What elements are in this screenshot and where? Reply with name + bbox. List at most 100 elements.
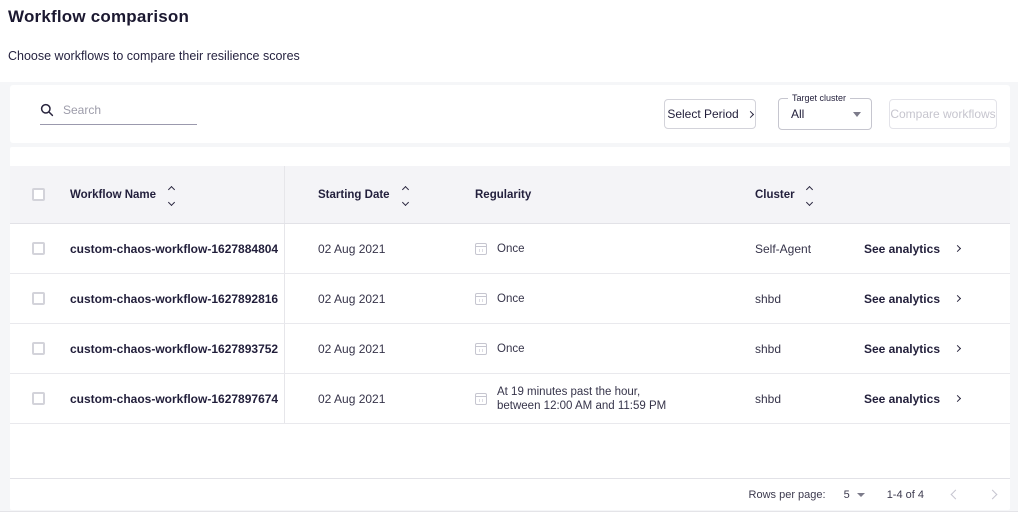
workflow-name: custom-chaos-workflow-1627893752 (70, 342, 278, 356)
search-icon (40, 103, 54, 117)
previous-page-button[interactable] (951, 490, 961, 500)
table-row: custom-chaos-workflow-1627893752 02 Aug … (10, 324, 1010, 374)
see-analytics-link[interactable]: See analytics (864, 392, 940, 406)
action-cell: See analytics (840, 324, 1010, 373)
rows-per-page-label: Rows per page: (749, 489, 826, 501)
header-workflow-name-label: Workflow Name (70, 189, 156, 201)
sort-control-workflow-name[interactable] (169, 185, 174, 205)
table-row: custom-chaos-workflow-1627897674 02 Aug … (10, 374, 1010, 424)
pagination-bar: Rows per page: 5 1-4 of 4 (10, 478, 1010, 510)
chevron-right-icon[interactable] (954, 245, 961, 252)
cluster-cell: shbd (720, 274, 840, 323)
workflow-name-cell: custom-chaos-workflow-1627893752 (60, 324, 285, 373)
dropdown-caret-icon (853, 112, 861, 117)
workflow-name-cell: custom-chaos-workflow-1627897674 (60, 374, 285, 423)
sort-control-cluster[interactable] (807, 185, 812, 205)
rows-per-page-select[interactable]: 5 (844, 489, 865, 501)
sort-down-icon[interactable] (806, 198, 813, 205)
starting-date: 02 Aug 2021 (318, 242, 385, 256)
sort-down-icon[interactable] (168, 198, 175, 205)
workflow-table: Workflow Name Starting Date Regularity C… (10, 147, 1010, 510)
workflow-name: custom-chaos-workflow-1627897674 (70, 392, 278, 406)
regularity-text: Once (497, 292, 525, 306)
chevron-right-icon[interactable] (954, 395, 961, 402)
regularity-cell: Once (440, 224, 720, 273)
row-checkbox[interactable] (32, 392, 45, 405)
header-cluster-label: Cluster (755, 189, 795, 201)
search-field[interactable] (40, 103, 197, 125)
starting-date-cell: 02 Aug 2021 (285, 324, 440, 373)
header-checkbox-cell (10, 166, 60, 223)
header-action-cell (840, 166, 1010, 223)
cluster-name: shbd (755, 392, 781, 406)
search-input[interactable] (63, 103, 188, 117)
regularity-cell: Once (440, 274, 720, 323)
see-analytics-link[interactable]: See analytics (864, 242, 940, 256)
sort-up-icon[interactable] (806, 185, 813, 192)
see-analytics-link[interactable]: See analytics (864, 292, 940, 306)
action-cell: See analytics (840, 374, 1010, 423)
cluster-cell: Self-Agent (720, 224, 840, 273)
dropdown-caret-icon (857, 493, 865, 497)
table-row: custom-chaos-workflow-1627892816 02 Aug … (10, 274, 1010, 324)
content-area: Select Period Target cluster All Compare… (0, 82, 1018, 511)
row-checkbox[interactable] (32, 242, 45, 255)
sort-down-icon[interactable] (402, 198, 409, 205)
header-starting-date: Starting Date (285, 166, 440, 223)
regularity-text: Once (497, 242, 525, 256)
chevron-right-icon[interactable] (954, 295, 961, 302)
cluster-name: shbd (755, 342, 781, 356)
starting-date: 02 Aug 2021 (318, 392, 385, 406)
workflow-name-cell: custom-chaos-workflow-1627892816 (60, 274, 285, 323)
starting-date: 02 Aug 2021 (318, 292, 385, 306)
next-page-button[interactable] (988, 490, 998, 500)
header-workflow-name: Workflow Name (60, 166, 285, 223)
table-empty-space (10, 424, 1010, 478)
starting-date-cell: 02 Aug 2021 (285, 224, 440, 273)
sort-control-starting-date[interactable] (403, 185, 408, 205)
action-cell: See analytics (840, 274, 1010, 323)
pagination-nav (952, 491, 996, 498)
table-row: custom-chaos-workflow-1627884804 02 Aug … (10, 224, 1010, 274)
regularity-text: Once (497, 342, 525, 356)
header-starting-date-label: Starting Date (318, 189, 390, 201)
starting-date-cell: 02 Aug 2021 (285, 274, 440, 323)
regularity-cell: Once (440, 324, 720, 373)
page-bottom-strip (0, 511, 1018, 524)
cluster-name: shbd (755, 292, 781, 306)
toolbar-actions: Select Period Target cluster All Compare… (664, 98, 997, 130)
starting-date-cell: 02 Aug 2021 (285, 374, 440, 423)
chevron-right-icon[interactable] (954, 345, 961, 352)
chevron-right-icon (747, 110, 754, 117)
target-cluster-select[interactable]: Target cluster All (778, 98, 872, 130)
row-checkbox[interactable] (32, 342, 45, 355)
header-cluster: Cluster (720, 166, 840, 223)
compare-workflows-button[interactable]: Compare workflows (889, 99, 997, 129)
sort-up-icon[interactable] (168, 185, 175, 192)
calendar-icon (475, 393, 487, 405)
select-all-checkbox[interactable] (32, 188, 45, 201)
calendar-icon (475, 243, 487, 255)
table-header-row: Workflow Name Starting Date Regularity C… (10, 166, 1010, 224)
page-header: Workflow comparison Choose workflows to … (0, 0, 1018, 82)
row-checkbox-cell (10, 374, 60, 423)
select-period-button[interactable]: Select Period (664, 99, 756, 129)
pagination-range: 1-4 of 4 (887, 489, 924, 501)
rows-per-page-value: 5 (844, 489, 850, 501)
regularity-cell: At 19 minutes past the hour, between 12:… (440, 374, 720, 423)
see-analytics-link[interactable]: See analytics (864, 342, 940, 356)
calendar-icon (475, 293, 487, 305)
calendar-icon (475, 343, 487, 355)
row-checkbox[interactable] (32, 292, 45, 305)
action-cell: See analytics (840, 224, 1010, 273)
cluster-name: Self-Agent (755, 242, 811, 256)
workflow-name: custom-chaos-workflow-1627884804 (70, 242, 278, 256)
table-body: custom-chaos-workflow-1627884804 02 Aug … (10, 224, 1010, 424)
toolbar: Select Period Target cluster All Compare… (10, 85, 1010, 143)
row-checkbox-cell (10, 324, 60, 373)
header-regularity-label: Regularity (475, 189, 531, 201)
header-regularity: Regularity (440, 166, 720, 223)
page-title: Workflow comparison (8, 7, 1018, 27)
starting-date: 02 Aug 2021 (318, 342, 385, 356)
sort-up-icon[interactable] (402, 185, 409, 192)
